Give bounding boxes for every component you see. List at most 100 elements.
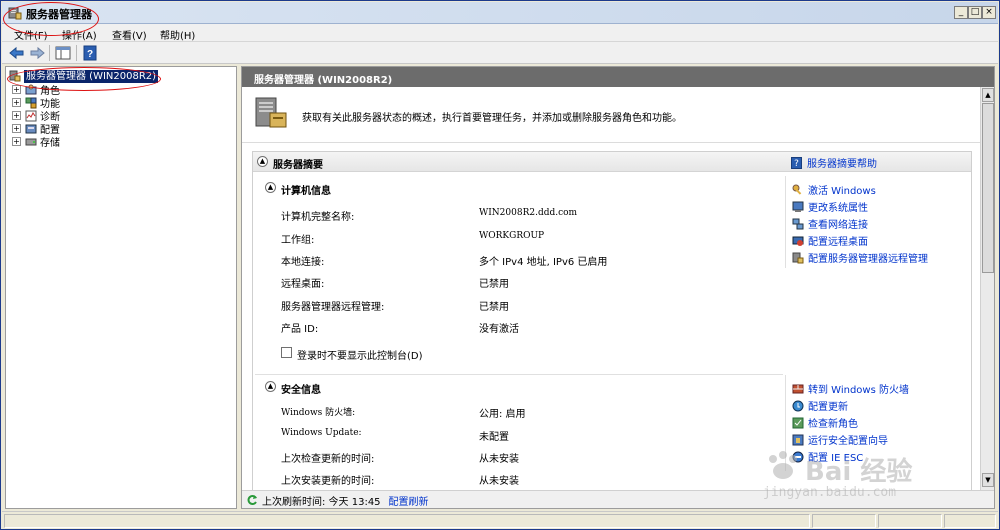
expand-icon[interactable]: + bbox=[12, 85, 21, 94]
dont-show-at-logon-checkbox[interactable] bbox=[281, 347, 292, 358]
intro-panel: 获取有关此服务器状态的概述，执行首要管理任务，并添加或删除服务器角色和功能。 bbox=[242, 87, 980, 143]
computer-info-title: 计算机信息 bbox=[281, 186, 331, 197]
firewall-icon bbox=[792, 384, 804, 393]
help-icon[interactable]: ? bbox=[81, 45, 99, 61]
remote-management-value: 已禁用 bbox=[479, 302, 509, 313]
diagnostics-icon bbox=[25, 110, 37, 121]
task-configure-updates[interactable]: 配置更新 bbox=[792, 398, 848, 413]
task-label: 配置服务器管理器远程管理 bbox=[808, 254, 928, 265]
back-arrow-icon[interactable] bbox=[8, 45, 26, 61]
help-icon: ? bbox=[791, 156, 802, 169]
scroll-thumb[interactable] bbox=[982, 103, 994, 273]
minimize-button[interactable]: _ bbox=[954, 6, 968, 19]
security-info-title: 安全信息 bbox=[281, 385, 321, 396]
tree-item-storage[interactable]: + 存储 bbox=[12, 135, 60, 149]
status-pane bbox=[4, 514, 810, 528]
tree-root-label: 服务器管理器 (WIN2008R2) bbox=[24, 69, 159, 83]
network-icon bbox=[792, 218, 804, 229]
remote-desktop-icon bbox=[792, 236, 804, 246]
toolbar: ? bbox=[2, 42, 998, 64]
window-title: 服务器管理器 bbox=[26, 8, 92, 21]
scroll-up-icon[interactable]: ▲ bbox=[982, 88, 994, 102]
collapse-icon[interactable]: ▲ bbox=[265, 381, 276, 392]
last-refresh-text: 上次刷新时间: 今天 13:45 bbox=[262, 496, 381, 508]
server-manager-icon bbox=[8, 7, 22, 20]
status-pane bbox=[812, 514, 876, 528]
task-label: 更改系统属性 bbox=[808, 203, 868, 214]
remote-desktop-label: 远程桌面: bbox=[281, 279, 325, 290]
menu-action[interactable]: 操作(A) bbox=[62, 27, 97, 42]
task-activate-windows[interactable]: 激活 Windows bbox=[792, 182, 876, 197]
task-configure-remote-desktop[interactable]: 配置远程桌面 bbox=[792, 233, 868, 248]
computer-info-tasks: 激活 Windows 更改系统属性 查看网络连接 配置远程桌面 配置服务器管理器… bbox=[785, 176, 965, 268]
expand-icon[interactable]: + bbox=[12, 98, 21, 107]
content-pane: 服务器管理器 (WIN2008R2) 获取有关此服务器状态的概述，执行首要管理任… bbox=[241, 66, 995, 509]
task-change-system-properties[interactable]: 更改系统属性 bbox=[792, 199, 868, 214]
computer-name-value: WIN2008R2.ddd.com bbox=[479, 208, 578, 218]
last-installed-value: 从未安装 bbox=[479, 476, 519, 487]
workgroup-label: 工作组: bbox=[281, 235, 315, 246]
server-summary-header: ▲ 服务器摘要 ? 服务器摘要帮助 bbox=[253, 152, 971, 172]
task-label: 转到 Windows 防火墙 bbox=[808, 385, 909, 396]
task-label: 检查新角色 bbox=[808, 419, 858, 430]
firewall-value: 公用: 启用 bbox=[479, 409, 526, 420]
windows-update-label: Windows Update: bbox=[281, 428, 362, 438]
show-hide-console-tree-icon[interactable] bbox=[54, 45, 72, 61]
menu-view[interactable]: 查看(V) bbox=[112, 27, 147, 42]
collapse-icon[interactable]: ▲ bbox=[265, 182, 276, 193]
local-connection-value[interactable]: 多个 IPv4 地址, IPv6 已启用 bbox=[479, 253, 607, 268]
toolbar-separator bbox=[76, 45, 77, 61]
task-configure-remote-management[interactable]: 配置服务器管理器远程管理 bbox=[792, 250, 928, 265]
baidu-jingyan-watermark: Bai 经验 jingyan.baidu.com bbox=[761, 449, 951, 509]
check-roles-icon bbox=[792, 417, 804, 428]
remote-desktop-value: 已禁用 bbox=[479, 279, 509, 290]
help-link-label: 服务器摘要帮助 bbox=[807, 159, 877, 170]
configure-refresh-link[interactable]: 配置刷新 bbox=[389, 493, 429, 508]
server-manager-large-icon bbox=[255, 97, 287, 128]
close-button[interactable]: × bbox=[982, 6, 996, 19]
firewall-label: Windows 防火墙: bbox=[281, 408, 356, 418]
server-summary-help-link[interactable]: ? 服务器摘要帮助 bbox=[791, 155, 877, 170]
system-properties-icon bbox=[792, 201, 804, 212]
collapse-icon[interactable]: ▲ bbox=[257, 156, 268, 167]
task-label: 查看网络连接 bbox=[808, 220, 868, 231]
task-go-to-firewall[interactable]: 转到 Windows 防火墙 bbox=[792, 381, 909, 396]
expand-icon[interactable]: + bbox=[12, 124, 21, 133]
toolbar-separator bbox=[49, 45, 50, 61]
expand-icon[interactable]: + bbox=[12, 137, 21, 146]
content-vertical-scrollbar[interactable]: ▲ ▼ bbox=[980, 87, 994, 490]
task-view-network-connections[interactable]: 查看网络连接 bbox=[792, 216, 868, 231]
task-check-new-roles[interactable]: 检查新角色 bbox=[792, 415, 858, 430]
task-security-config-wizard[interactable]: 运行安全配置向导 bbox=[792, 432, 888, 447]
server-manager-icon bbox=[9, 70, 21, 82]
computer-info-subsection: ▲ 计算机信息 计算机完整名称: WIN2008R2.ddd.com 工作组: … bbox=[255, 176, 965, 370]
refresh-icon[interactable] bbox=[246, 494, 258, 506]
security-info-subsection: ▲ 安全信息 Windows 防火墙: 公用: 启用 Windows Updat… bbox=[255, 374, 965, 490]
forward-arrow-icon[interactable] bbox=[28, 45, 46, 61]
tree-root-server-manager[interactable]: 服务器管理器 (WIN2008R2) bbox=[9, 69, 159, 83]
last-checked-label: 上次检查更新的时间: bbox=[281, 454, 375, 465]
last-checked-value: 从未安装 bbox=[479, 454, 519, 465]
intro-text: 获取有关此服务器状态的概述，执行首要管理任务，并添加或删除服务器角色和功能。 bbox=[302, 113, 682, 124]
task-label: 配置远程桌面 bbox=[808, 237, 868, 248]
product-id-value: 没有激活 bbox=[479, 324, 519, 335]
scroll-down-icon[interactable]: ▼ bbox=[982, 473, 994, 487]
workgroup-value: WORKGROUP bbox=[479, 231, 545, 241]
key-icon bbox=[792, 184, 802, 195]
server-manager-icon bbox=[792, 252, 804, 263]
maximize-button[interactable]: □ bbox=[968, 6, 982, 19]
windows-update-icon bbox=[792, 400, 804, 411]
title-bar[interactable]: 服务器管理器 _ □ × bbox=[2, 2, 998, 24]
product-id-label: 产品 ID: bbox=[281, 324, 319, 335]
expand-icon[interactable]: + bbox=[12, 111, 21, 120]
watermark-text: Bai 经验 bbox=[805, 457, 913, 487]
dont-show-at-logon-label[interactable]: 登录时不要显示此控制台(D) bbox=[297, 347, 423, 362]
server-summary-title: 服务器摘要 bbox=[273, 160, 323, 171]
windows-update-value: 未配置 bbox=[479, 432, 509, 443]
task-label: 运行安全配置向导 bbox=[808, 436, 888, 447]
menu-file[interactable]: 文件(F) bbox=[14, 27, 48, 42]
status-pane bbox=[878, 514, 942, 528]
local-connection-label: 本地连接: bbox=[281, 257, 325, 268]
status-pane bbox=[944, 514, 996, 528]
menu-help[interactable]: 帮助(H) bbox=[160, 27, 195, 42]
